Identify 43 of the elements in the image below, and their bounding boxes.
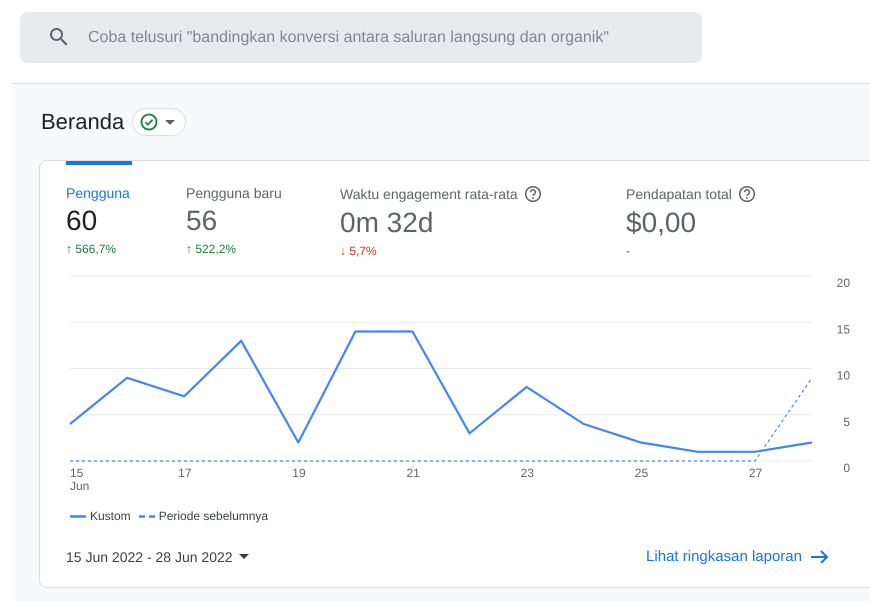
change-value: - [626, 244, 630, 258]
legend-label: Kustom [90, 509, 131, 523]
date-range-dropdown[interactable]: 15 Jun 2022 - 28 Jun 2022 [66, 548, 249, 564]
metric-value: $0,00 [626, 207, 696, 239]
axis-label: 19 [292, 466, 306, 480]
metric-label: Pendapatan total [626, 186, 732, 202]
axis-label: 5 [843, 414, 850, 429]
axis-label: 17 [178, 466, 192, 480]
axis-label: 10 [836, 368, 850, 382]
axis-label: 15 [836, 322, 850, 336]
search-field[interactable]: Coba telusuri "bandingkan konversi antara saluran langsung dan organik" [20, 12, 702, 63]
legend-label: Periode sebelumnya [158, 509, 268, 523]
axis-label: 21 [406, 466, 420, 480]
legend-line-icon [70, 514, 86, 518]
axis-label: 25 [634, 466, 648, 480]
caret-icon [238, 554, 249, 559]
metric-tab[interactable]: Pengguna baru 56 ↑ 522,2% [186, 161, 340, 268]
help-icon[interactable] [738, 185, 756, 203]
metric-tab[interactable]: Pendapatan total $0,00 - [626, 161, 826, 268]
arrow-right-icon [810, 548, 830, 564]
status-dropdown[interactable] [132, 108, 186, 136]
metric-tab[interactable]: Waktu engagement rata-rata 0m 32d ↓ 5,7% [340, 161, 626, 268]
metric-value: 0m 32d [340, 207, 434, 239]
metric-label: Waktu engagement rata-rata [340, 186, 518, 202]
help-icon[interactable] [524, 185, 542, 203]
metric-value: 60 [66, 205, 98, 237]
metric-label: Pengguna [66, 185, 130, 201]
check-circle-icon [139, 112, 160, 132]
metric-value: 56 [186, 205, 218, 237]
axis-label: 23 [520, 466, 534, 480]
metric-tab[interactable]: Pengguna 60 ↑ 566,7% [66, 161, 186, 268]
legend-line-icon [138, 514, 155, 518]
axis-label: 27 [748, 466, 762, 480]
report-link[interactable]: Lihat ringkasan laporan [646, 548, 830, 565]
metric-label: Pengguna baru [186, 185, 282, 201]
change-value: ↓ 5,7% [340, 244, 377, 258]
change-value: ↑ 566,7% [66, 242, 116, 256]
axis-label: 20 [836, 276, 850, 290]
axis-label: 0 [843, 461, 850, 475]
axis-label: 15 Jun [70, 466, 90, 493]
caret-icon [165, 120, 176, 124]
page-title: Beranda [41, 109, 124, 135]
change-value: ↑ 522,2% [186, 242, 236, 256]
